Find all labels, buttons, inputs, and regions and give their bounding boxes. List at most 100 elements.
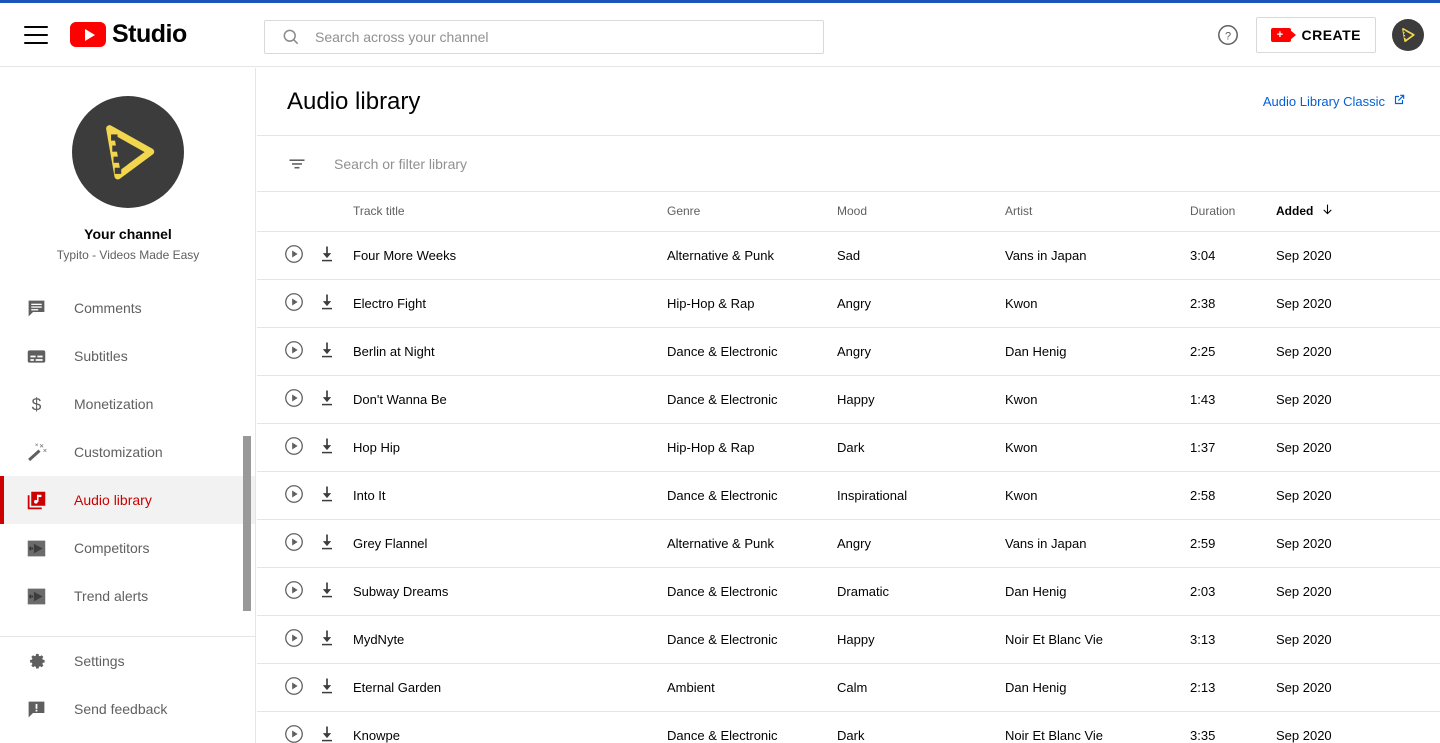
filter-input[interactable] <box>334 155 934 172</box>
cell-mood: Dramatic <box>837 567 1005 616</box>
column-duration[interactable]: Duration <box>1190 192 1276 232</box>
audio-library-classic-link[interactable]: Audio Library Classic <box>1263 93 1406 110</box>
download-icon[interactable] <box>317 484 337 504</box>
sidebar-item-monetization[interactable]: $ Monetization <box>0 380 255 428</box>
cell-added: Sep 2020 <box>1276 423 1440 472</box>
sidebar-item-audio-library[interactable]: Audio library <box>0 476 255 524</box>
play-circle-icon[interactable] <box>283 339 305 361</box>
play-cell <box>257 279 317 328</box>
table-row[interactable]: Into It Dance & Electronic Inspirational Kw… <box>257 471 1440 520</box>
sidebar-item-trend-alerts[interactable]: Trend alerts <box>0 572 255 620</box>
table-row[interactable]: Subway Dreams Dance & Electronic Dramatic D… <box>257 567 1440 616</box>
cell-track-title: Berlin at Night <box>353 327 667 376</box>
play-circle-icon[interactable] <box>283 387 305 409</box>
channel-block[interactable]: Your channel Typito - Videos Made Easy <box>0 68 255 262</box>
download-icon[interactable] <box>317 676 337 696</box>
download-icon[interactable] <box>317 532 337 552</box>
cell-mood: Angry <box>837 519 1005 568</box>
download-cell <box>317 519 353 568</box>
column-genre[interactable]: Genre <box>667 192 837 232</box>
sidebar-item-most-viewed[interactable]: Most viewed <box>0 620 255 629</box>
hamburger-menu-icon[interactable] <box>24 25 48 44</box>
column-added[interactable]: Added <box>1276 192 1440 232</box>
play-circle-icon[interactable] <box>283 483 305 505</box>
download-icon[interactable] <box>317 340 337 360</box>
download-cell <box>317 375 353 424</box>
sidebar-item-settings[interactable]: Settings <box>0 637 255 685</box>
cell-artist: Kwon <box>1005 471 1190 520</box>
play-circle-icon[interactable] <box>283 723 305 743</box>
create-button[interactable]: + CREATE <box>1256 17 1376 53</box>
cell-added: Sep 2020 <box>1276 711 1440 743</box>
help-icon[interactable]: ? <box>1208 15 1248 55</box>
play-circle-icon[interactable] <box>283 627 305 649</box>
download-icon[interactable] <box>317 628 337 648</box>
cell-added: Sep 2020 <box>1276 327 1440 376</box>
play-circle-icon[interactable] <box>283 675 305 697</box>
play-cell <box>257 519 317 568</box>
table-row[interactable]: Don't Wanna Be Dance & Electronic Happy Kwo… <box>257 375 1440 424</box>
download-icon[interactable] <box>317 724 337 743</box>
cell-genre: Dance & Electronic <box>667 327 837 376</box>
column-artist[interactable]: Artist <box>1005 192 1190 232</box>
sidebar-scrollbar-thumb[interactable] <box>243 436 251 611</box>
table-row[interactable]: Grey Flannel Alternative & Punk Angry Vans … <box>257 519 1440 568</box>
svg-text:✕: ✕ <box>42 448 46 454</box>
play-circle-icon[interactable] <box>283 435 305 457</box>
table-header: Track title Genre Mood Artist Duration A… <box>257 192 1440 232</box>
table-row[interactable]: Hop Hip Hip-Hop & Rap Dark Kwon 1:37 Sep 2020 <box>257 423 1440 472</box>
feedback-icon <box>24 697 48 721</box>
download-icon[interactable] <box>317 436 337 456</box>
search-icon <box>281 27 301 47</box>
filter-icon[interactable] <box>287 154 307 174</box>
cell-artist: Dan Henig <box>1005 327 1190 376</box>
table-row[interactable]: MydNyte Dance & Electronic Happy Noir Et Bl… <box>257 615 1440 664</box>
sidebar: Your channel Typito - Videos Made Easy C… <box>0 68 256 743</box>
sidebar-item-send-feedback[interactable]: Send feedback <box>0 685 255 733</box>
play-circle-icon[interactable] <box>283 291 305 313</box>
video-camera-icon: + <box>1271 28 1297 42</box>
search-input[interactable] <box>315 29 785 45</box>
cell-track-title: Knowpe <box>353 711 667 743</box>
avatar[interactable] <box>1392 19 1424 51</box>
cell-track-title: Into It <box>353 471 667 520</box>
cell-genre: Hip-Hop & Rap <box>667 423 837 472</box>
sidebar-item-label: Audio library <box>74 492 152 508</box>
sidebar-item-competitors[interactable]: Competitors <box>0 524 255 572</box>
table-row[interactable]: Four More Weeks Alternative & Punk Sad Vans… <box>257 231 1440 280</box>
library-filter-bar[interactable] <box>257 136 1440 192</box>
play-circle-icon[interactable] <box>283 243 305 265</box>
download-icon[interactable] <box>317 580 337 600</box>
play-circle-icon[interactable] <box>283 579 305 601</box>
sidebar-item-subtitles[interactable]: Subtitles <box>0 332 255 380</box>
download-icon[interactable] <box>317 388 337 408</box>
column-track-title[interactable]: Track title <box>353 192 667 232</box>
youtube-studio-logo[interactable]: Studio <box>70 20 187 49</box>
play-cell <box>257 375 317 424</box>
channel-subtitle: Typito - Videos Made Easy <box>56 248 200 262</box>
table-row[interactable]: Knowpe Dance & Electronic Dark Noir Et Blan… <box>257 711 1440 743</box>
download-icon[interactable] <box>317 244 337 264</box>
table-row[interactable]: Berlin at Night Dance & Electronic Angry Da… <box>257 327 1440 376</box>
sidebar-item-label: Subtitles <box>74 348 128 364</box>
cell-mood: Inspirational <box>837 471 1005 520</box>
app-header: Studio ? + CREATE <box>0 3 1440 67</box>
cell-mood: Dark <box>837 711 1005 743</box>
cell-track-title: Don't Wanna Be <box>353 375 667 424</box>
cell-added: Sep 2020 <box>1276 471 1440 520</box>
sidebar-item-customization[interactable]: ✕ ✕ ✕ Customization <box>0 428 255 476</box>
cell-track-title: Eternal Garden <box>353 663 667 712</box>
column-play <box>257 192 317 232</box>
sidebar-item-comments[interactable]: Comments <box>0 284 255 332</box>
audio-tracks-table: Track title Genre Mood Artist Duration A… <box>257 192 1440 743</box>
video-badge-icon <box>24 584 48 608</box>
search-bar[interactable] <box>264 20 824 54</box>
table-row[interactable]: Electro Fight Hip-Hop & Rap Angry Kwon 2:38 S… <box>257 279 1440 328</box>
svg-text:✕: ✕ <box>34 442 38 447</box>
download-cell <box>317 567 353 616</box>
download-icon[interactable] <box>317 292 337 312</box>
play-circle-icon[interactable] <box>283 531 305 553</box>
table-row[interactable]: Eternal Garden Ambient Calm Dan Henig 2:13 Se… <box>257 663 1440 712</box>
play-cell <box>257 663 317 712</box>
column-mood[interactable]: Mood <box>837 192 1005 232</box>
